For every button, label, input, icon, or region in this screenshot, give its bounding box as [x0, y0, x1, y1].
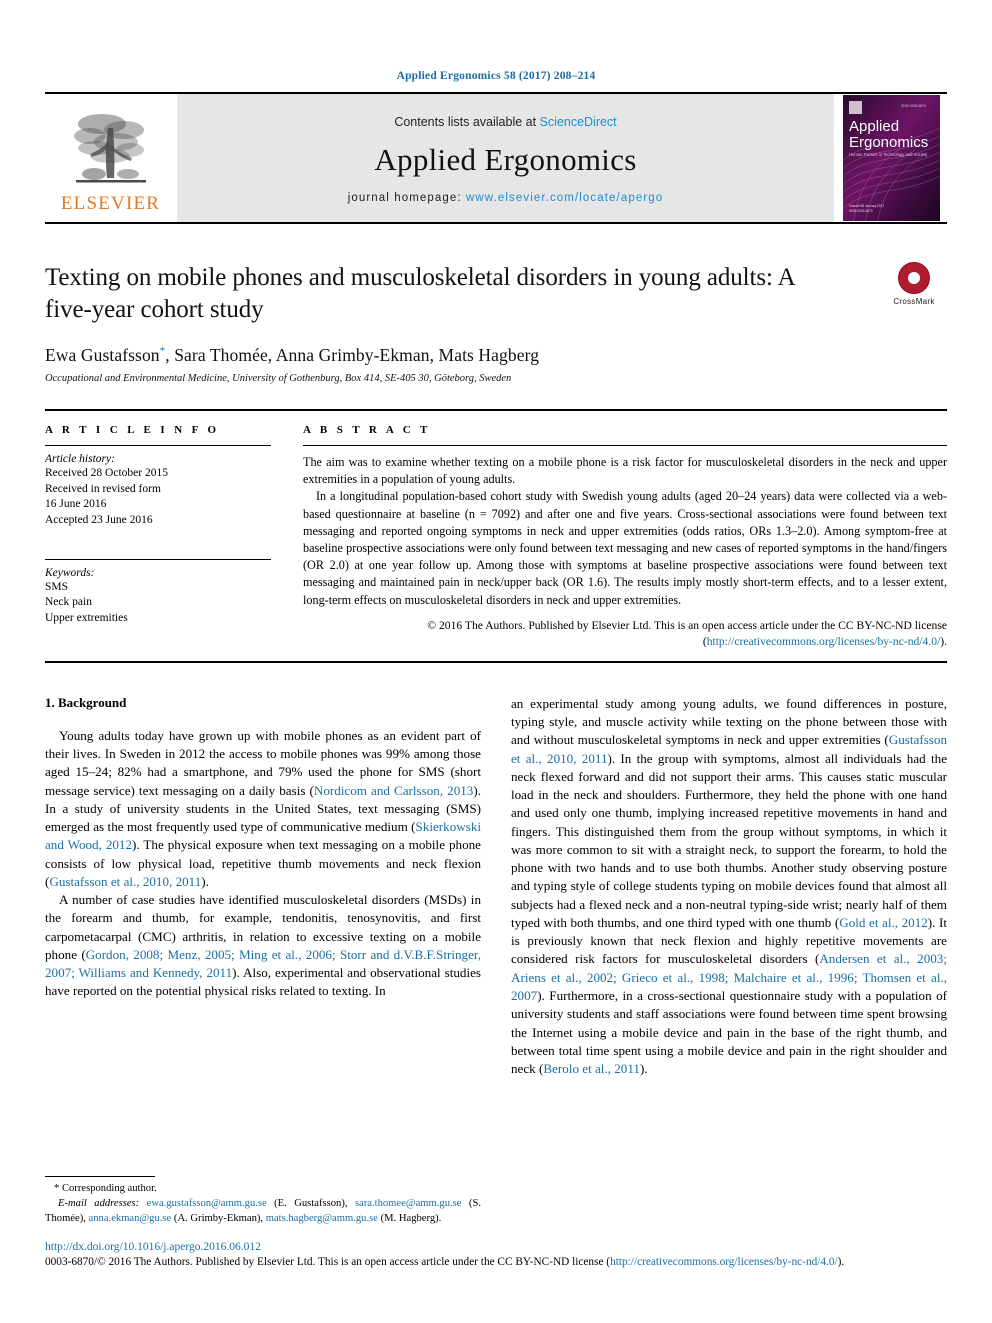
issn-tail: ).: [837, 1256, 845, 1268]
email-link[interactable]: ewa.gustafsson@amm.gu.se: [147, 1198, 267, 1209]
abstract-column: A B S T R A C T The aim was to examine w…: [297, 424, 947, 651]
crossmark-icon: [898, 262, 930, 294]
abstract-heading: A B S T R A C T: [303, 424, 431, 436]
elsevier-logo: ELSEVIER: [45, 94, 176, 222]
email-link[interactable]: anna.ekman@gu.se: [89, 1213, 172, 1224]
doi-link[interactable]: http://dx.doi.org/10.1016/j.apergo.2016.…: [45, 1241, 947, 1253]
article-history-label: Article history:: [45, 453, 115, 465]
citation-link[interactable]: Gustafsson et al., 2010, 2011: [49, 874, 201, 889]
svg-text:ISSN 0003-6870: ISSN 0003-6870: [901, 104, 926, 108]
page-footer: http://dx.doi.org/10.1016/j.apergo.2016.…: [45, 1241, 947, 1268]
footnote-block: * Corresponding author. E-mail addresses…: [45, 1175, 481, 1227]
email-link[interactable]: sara.thomee@amm.gu.se: [355, 1198, 462, 1209]
email-owner: (M. Hagberg).: [377, 1213, 442, 1225]
email-link[interactable]: mats.hagberg@amm.gu.se: [266, 1213, 378, 1224]
contents-available-line: Contents lists available at ScienceDirec…: [394, 115, 616, 129]
email-addresses-note: E-mail addresses: ewa.gustafsson@amm.gu.…: [45, 1197, 481, 1227]
article-history-line: 16 June 2016: [45, 498, 107, 511]
journal-title: Applied Ergonomics: [374, 141, 637, 177]
keyword-item: Upper extremities: [45, 611, 128, 624]
body-column-left: 1. Background Young adults today have gr…: [45, 695, 481, 1079]
keywords-label: Keywords:: [45, 566, 95, 579]
contents-prefix: Contents lists available at: [394, 114, 540, 129]
article-history-line: Received in revised form: [45, 482, 161, 495]
corresponding-author-note: * Corresponding author.: [45, 1182, 481, 1197]
citation-link[interactable]: Nordicom and Carlsson, 2013: [314, 783, 473, 798]
crossmark-label: CrossMark: [893, 297, 935, 306]
section-heading-background: 1. Background: [45, 694, 127, 710]
running-head: Applied Ergonomics 58 (2017) 208–214: [396, 70, 596, 82]
journal-cover: ISSN 0003-6870 Applied Ergonomics Human …: [835, 94, 947, 222]
footer-license-link[interactable]: http://creativecommons.org/licenses/by-n…: [610, 1256, 838, 1268]
sciencedirect-link[interactable]: ScienceDirect: [540, 115, 617, 129]
journal-cover-image: ISSN 0003-6870 Applied Ergonomics Human …: [842, 95, 940, 221]
author-first: Ewa Gustafsson: [45, 345, 160, 365]
body-paragraph: an experimental study among young adults…: [511, 695, 947, 1079]
crossmark-badge-group[interactable]: CrossMark: [881, 262, 947, 306]
body-text: ). In the group with symptoms, almost al…: [511, 750, 947, 930]
elsevier-wordmark: ELSEVIER: [60, 192, 161, 214]
page-title: Texting on mobile phones and musculoskel…: [45, 264, 795, 323]
svg-text:Ergonomics: Ergonomics: [849, 134, 928, 151]
article-info-heading: A R T I C L E I N F O: [45, 424, 220, 436]
paper-page: Applied Ergonomics 58 (2017) 208–214 ELS…: [0, 0, 992, 1323]
corresponding-text: Corresponding author.: [59, 1182, 157, 1194]
svg-text:Applied: Applied: [849, 118, 899, 135]
homepage-label: journal homepage:: [347, 191, 466, 204]
journal-homepage-line: journal homepage: www.elsevier.com/locat…: [348, 192, 664, 204]
citation-link[interactable]: Berolo et al., 2011: [543, 1061, 640, 1076]
abstract-paragraph: In a longitudinal population-based cohor…: [303, 489, 947, 607]
email-label: E-mail addresses:: [58, 1198, 140, 1210]
elsevier-tree-icon: [73, 113, 146, 182]
body-paragraph: Young adults today have grown up with mo…: [45, 727, 481, 891]
article-history-line: Accepted 23 June 2016: [45, 513, 153, 526]
journal-masthead: ELSEVIER Contents lists available at Sci…: [45, 92, 947, 224]
article-info-rule: [45, 445, 271, 446]
body-text: ).: [201, 873, 209, 889]
keywords-rule: [45, 558, 271, 560]
body-text: an experimental study among young adults…: [511, 695, 947, 748]
license-link[interactable]: http://creativecommons.org/licenses/by-n…: [707, 635, 941, 648]
title-block: Texting on mobile phones and musculoskel…: [45, 262, 947, 384]
author-affiliation: Occupational and Environmental Medicine,…: [45, 373, 512, 384]
journal-homepage-link[interactable]: www.elsevier.com/locate/apergo: [466, 192, 663, 204]
abstract-paragraph: The aim was to examine whether texting o…: [303, 455, 947, 487]
keyword-item: Neck pain: [45, 596, 92, 609]
svg-text:ISSN 0003-6870: ISSN 0003-6870: [849, 209, 873, 213]
email-owner: (E. Gustafsson),: [266, 1198, 355, 1210]
authors-rest: , Sara Thomée, Anna Grimby-Ekman, Mats H…: [165, 345, 540, 365]
masthead-center: Contents lists available at ScienceDirec…: [176, 94, 835, 222]
article-info-column: A R T I C L E I N F O Article history: R…: [45, 424, 297, 651]
body-text: ).: [639, 1061, 648, 1077]
citation-link[interactable]: Gold et al., 2012: [839, 915, 928, 930]
issn-copyright-line: 0003-6870/© 2016 The Authors. Published …: [45, 1256, 947, 1268]
body-columns: 1. Background Young adults today have gr…: [45, 695, 947, 1079]
copyright-tail: ).: [940, 635, 947, 649]
svg-text:Human Factors in Technology an: Human Factors in Technology and Society: [849, 152, 928, 157]
author-list: Ewa Gustafsson*, Sara Thomée, Anna Grimb…: [45, 345, 947, 366]
body-paragraph: A number of case studies have identified…: [45, 891, 481, 1001]
footnote-rule: [45, 1175, 155, 1177]
keyword-item: SMS: [45, 580, 69, 593]
info-abstract-band: A R T I C L E I N F O Article history: R…: [45, 409, 947, 663]
email-owner: (A. Grimby-Ekman),: [171, 1213, 266, 1225]
abstract-rule: [303, 445, 947, 446]
body-column-right: an experimental study among young adults…: [511, 695, 947, 1079]
issn-prefix: 0003-6870/© 2016 The Authors. Published …: [45, 1256, 611, 1268]
svg-text:Volume 58 January 2017: Volume 58 January 2017: [849, 204, 884, 208]
abstract-copyright: © 2016 The Authors. Published by Elsevie…: [303, 618, 947, 651]
article-history-line: Received 28 October 2015: [45, 467, 168, 479]
